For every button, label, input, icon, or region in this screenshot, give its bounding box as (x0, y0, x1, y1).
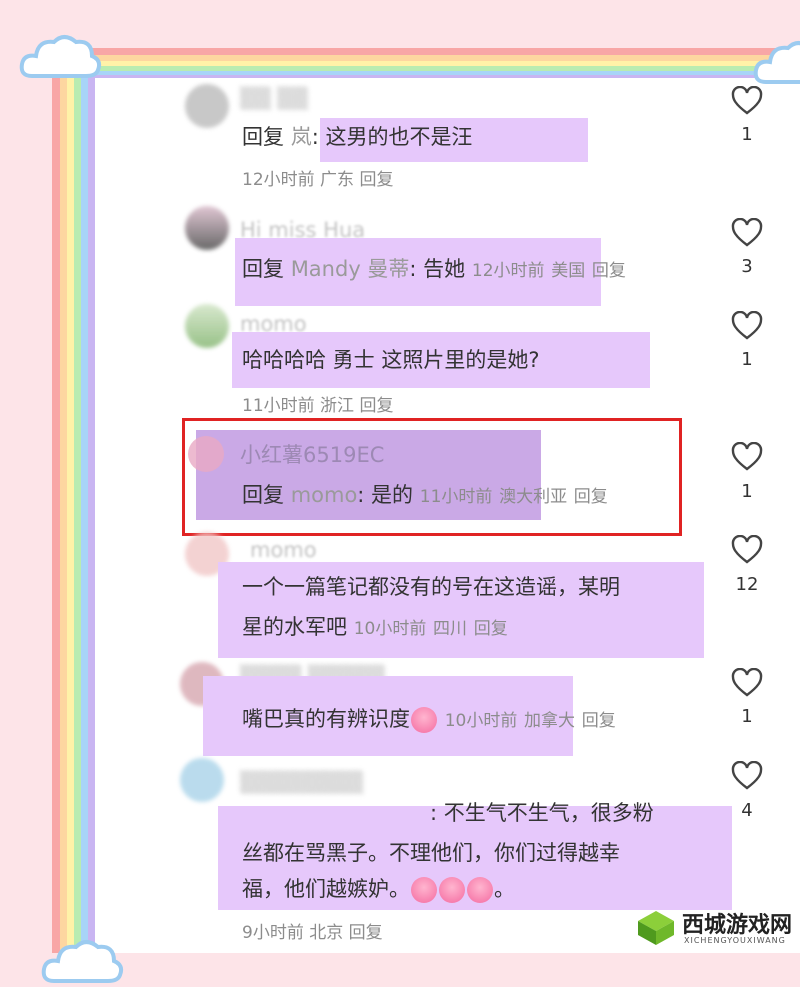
comment-body: 哈哈哈哈 勇士 这照片里的是她? (242, 348, 540, 372)
comment-meta: 11小时前 浙江 回复 (242, 391, 393, 416)
comment-meta: 12小时前 广东 回复 (242, 165, 393, 190)
crying-face-emoji (411, 877, 437, 903)
cloud-decoration (41, 940, 124, 983)
like-count: 1 (741, 349, 753, 370)
reply-prefix: 回复 (242, 257, 284, 281)
reply-to-user[interactable]: 岚 (291, 125, 312, 149)
avatar[interactable] (185, 304, 229, 348)
comment-body: : 告她 (409, 257, 466, 281)
reply-button[interactable]: 回复 (582, 711, 616, 731)
timestamp: 12小时前 (242, 170, 315, 190)
comment-text: 回复 Mandy 曼蒂: 告她 12小时前 美国 回复 (242, 254, 626, 286)
avatar[interactable] (185, 206, 229, 250)
comment-body-line: 星的水军吧 10小时前 四川 回复 (242, 615, 508, 639)
comment-body: 嘴巴真的有辨识度 (242, 707, 410, 731)
red-annotation-box (182, 418, 682, 536)
comment-body: : 这男的也不是汪 (311, 125, 473, 149)
location: 加拿大 (524, 711, 576, 731)
watermark-subtitle: XICHENGYOUXIWANG (684, 936, 786, 945)
reply-button[interactable]: 回复 (592, 261, 626, 281)
reply-button[interactable]: 回复 (349, 923, 383, 943)
reply-prefix: 回复 (242, 125, 284, 149)
like-count: 4 (741, 800, 753, 821)
like-count: 3 (741, 256, 753, 277)
comment-body-line: 一个一篇笔记都没有的号在这造谣，某明 (242, 575, 620, 599)
location: 四川 (433, 619, 468, 639)
cloud-decoration (19, 35, 102, 78)
heart-outline-icon[interactable] (731, 668, 763, 698)
comment-body-line: : 不生气不生气，很多粉 (430, 801, 654, 825)
heart-outline-icon[interactable] (731, 311, 763, 341)
avatar[interactable] (180, 758, 224, 802)
location: 浙江 (320, 396, 355, 416)
like-count: 1 (741, 706, 753, 727)
reply-to-user[interactable]: Mandy 曼蒂 (291, 257, 410, 281)
site-watermark: 西城游戏网 XICHENGYOUXIWANG (636, 905, 796, 951)
location: 美国 (551, 261, 586, 281)
like-count: 1 (741, 481, 753, 502)
location: 广东 (320, 170, 355, 190)
crying-face-emoji (411, 707, 437, 733)
timestamp: 10小时前 (353, 619, 427, 639)
reply-button[interactable]: 回复 (359, 396, 393, 416)
timestamp: 12小时前 (471, 261, 545, 281)
timestamp: 11小时前 (242, 396, 315, 416)
like-count: 1 (741, 124, 753, 145)
avatar[interactable] (185, 84, 229, 128)
cloud-decoration (753, 41, 800, 84)
comment-text: 回复 岚: 这男的也不是汪 (242, 122, 472, 152)
like-count: 12 (735, 574, 759, 595)
timestamp: 9小时前 (242, 923, 304, 943)
username[interactable]: momo (250, 538, 317, 562)
timestamp: 10小时前 (444, 711, 518, 731)
comment-body-line: 丝都在骂黑子。不理他们，你们过得越幸 (242, 841, 620, 865)
heart-outline-icon[interactable] (731, 218, 763, 248)
comment-meta: 9小时前 北京 回复 (242, 918, 383, 943)
heart-outline-icon[interactable] (731, 86, 763, 116)
username-blurred: ▒▒ ▒▒ (240, 86, 308, 110)
heart-outline-icon[interactable] (731, 535, 763, 565)
comment-body-line: 福，他们越嫉妒。。 (242, 877, 515, 903)
location: 北京 (309, 923, 344, 943)
crying-face-emoji (439, 877, 465, 903)
reply-button[interactable]: 回复 (359, 170, 393, 190)
crying-face-emoji (467, 877, 493, 903)
watermark-title: 西城游戏网 (682, 913, 793, 938)
username-blurred: ▒▒▒▒▒▒▒▒ (240, 770, 364, 794)
reply-button[interactable]: 回复 (474, 619, 508, 639)
cube-logo-icon (638, 911, 674, 945)
heart-outline-icon[interactable] (731, 442, 763, 472)
comment-text: 嘴巴真的有辨识度 10小时前 加拿大 回复 (242, 704, 616, 736)
heart-outline-icon[interactable] (731, 761, 763, 791)
